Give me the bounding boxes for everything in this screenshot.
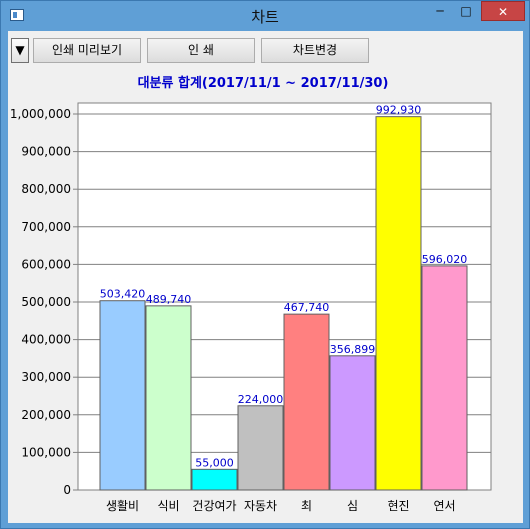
x-tick-label: 식비 <box>157 499 179 513</box>
close-button[interactable]: ✕ <box>481 1 525 21</box>
minimize-button[interactable]: ─ <box>427 1 453 21</box>
print-preview-button[interactable]: 인쇄 미리보기 <box>33 38 141 63</box>
bar-chart: 대분류 합계(2017/11/1 ~ 2017/11/30) 0 100,000 2… <box>10 75 492 513</box>
bar-7 <box>375 116 422 491</box>
bar-3 <box>191 468 238 491</box>
chart-type-dropdown[interactable]: ▼ <box>11 38 29 63</box>
chart-title: 대분류 합계(2017/11/1 ~ 2017/11/30) <box>138 75 389 91</box>
data-label: 467,740 <box>284 301 330 314</box>
data-label: 489,740 <box>146 293 192 306</box>
y-tick-label: 100,000 <box>21 445 71 459</box>
bar-2 <box>145 305 192 491</box>
data-label: 596,020 <box>422 253 468 266</box>
data-label: 224,000 <box>238 393 284 406</box>
y-tick-label: 1,000,000 <box>10 107 71 121</box>
x-tick-label: 건강여가 <box>192 499 236 513</box>
bar-1 <box>99 300 146 491</box>
x-tick-label: 연서 <box>433 499 455 513</box>
y-tick-label: 800,000 <box>21 182 71 196</box>
data-label: 55,000 <box>195 456 234 469</box>
y-tick-label: 600,000 <box>21 257 71 271</box>
x-tick-label: 현진 <box>387 499 409 513</box>
maximize-button[interactable]: □ <box>453 1 479 21</box>
x-tick-label: 최 <box>301 499 312 513</box>
y-tick-label: 900,000 <box>21 145 71 159</box>
title-bar[interactable]: 차트 ─ □ ✕ <box>1 1 529 31</box>
x-tick-label: 자동차 <box>244 499 277 513</box>
bar-6 <box>329 355 376 491</box>
bar-4 <box>237 405 284 491</box>
y-tick-label: 200,000 <box>21 408 71 422</box>
x-tick-label: 심 <box>347 499 358 513</box>
chart-window: 차트 ─ □ ✕ ▼ 인쇄 미리보기 인 쇄 차트변경 대분류 합계(2017/… <box>0 0 530 529</box>
data-label: 356,899 <box>330 343 376 356</box>
print-button[interactable]: 인 쇄 <box>147 38 255 63</box>
data-label: 503,420 <box>100 288 146 301</box>
bar-5 <box>283 313 330 491</box>
y-tick-label: 700,000 <box>21 220 71 234</box>
toolbar: ▼ 인쇄 미리보기 인 쇄 차트변경 <box>8 31 523 67</box>
y-tick-label: 300,000 <box>21 370 71 384</box>
client-area: ▼ 인쇄 미리보기 인 쇄 차트변경 대분류 합계(2017/11/1 ~ 20… <box>8 31 523 523</box>
y-tick-label: 400,000 <box>21 333 71 347</box>
y-tick-label: 500,000 <box>21 295 71 309</box>
x-tick-label: 생활비 <box>106 499 139 513</box>
change-chart-button[interactable]: 차트변경 <box>261 38 369 63</box>
data-label: 992,930 <box>376 104 422 117</box>
bar-8 <box>421 265 468 491</box>
y-tick-label: 0 <box>63 483 71 497</box>
chart-area: 대분류 합계(2017/11/1 ~ 2017/11/30) 0 100,000 2… <box>8 71 523 523</box>
